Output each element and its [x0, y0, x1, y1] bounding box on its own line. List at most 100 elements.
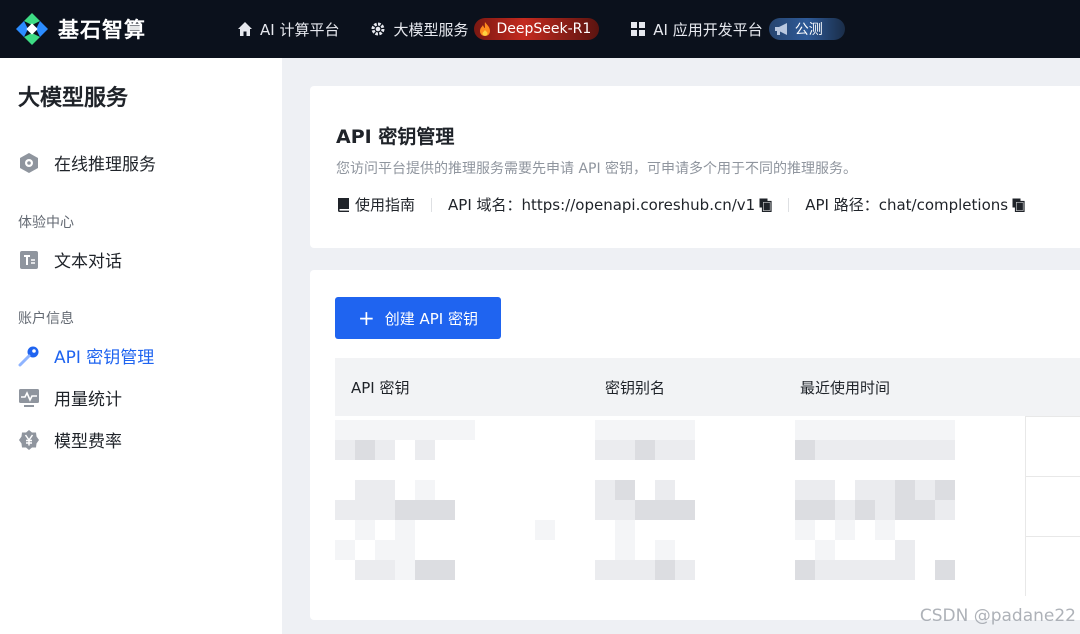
redaction-pixel [655, 500, 675, 520]
table-cell [1025, 476, 1080, 536]
sidebar-item-online-inference[interactable]: 在线推理服务 [18, 150, 156, 175]
redaction-pixel [615, 500, 635, 520]
redaction-pixel [935, 500, 955, 520]
key-icon [18, 345, 40, 367]
redaction-pixel [915, 480, 935, 500]
page-title: API 密钥管理 [336, 126, 455, 148]
redaction-pixel [855, 560, 875, 580]
redaction-pixel [395, 540, 415, 560]
api-domain-text: API 域名：https://openapi.coreshub.cn/v1 [448, 196, 756, 214]
beta-badge[interactable]: 公测 [768, 18, 845, 40]
redaction-pixel [675, 420, 695, 440]
redaction-pixel [795, 560, 815, 580]
redaction-pixel [935, 420, 955, 440]
redaction-pixel [675, 560, 695, 580]
redaction-pixel [415, 480, 435, 500]
fire-icon [478, 21, 492, 37]
redaction-pixel [355, 500, 375, 520]
redaction-pixel [855, 500, 875, 520]
chart-icon [18, 387, 40, 409]
sidebar-item-text-chat[interactable]: 文本对话 [18, 247, 122, 272]
beta-badge-label: 公测 [794, 22, 823, 38]
redaction-pixel [615, 540, 635, 560]
redaction-pixel [935, 440, 955, 460]
redaction-pixel [355, 420, 375, 440]
api-path-text: API 路径：chat/completions [805, 196, 1009, 214]
redaction-pixel [795, 500, 815, 520]
redaction-pixel [635, 560, 655, 580]
redaction-pixel [655, 560, 675, 580]
redaction-pixel [595, 500, 615, 520]
page-description: 您访问平台提供的推理服务需要先申请 API 密钥，可申请多个用于不同的推理服务。 [336, 161, 858, 177]
redaction-pixel [655, 540, 675, 560]
redaction-pixel [375, 440, 395, 460]
text-icon [18, 249, 40, 271]
main-nav: AI 计算平台 大模型服务 DeepSeek-R1 AI 应用开发平台 公测 [214, 18, 875, 40]
redaction-pixel [915, 420, 935, 440]
redaction-pixel [875, 500, 895, 520]
redaction-pixel [835, 500, 855, 520]
redacted-table-rows [335, 416, 1080, 620]
redaction-pixel [435, 420, 455, 440]
redaction-pixel [935, 560, 955, 580]
redaction-pixel [655, 440, 675, 460]
redaction-pixel [875, 560, 895, 580]
redaction-pixel [435, 440, 455, 460]
redaction-pixel [375, 540, 395, 560]
watermark: CSDN @padane22 [919, 606, 1076, 626]
guide-link[interactable]: 使用指南 [336, 194, 415, 215]
redaction-pixel [435, 500, 455, 520]
nav-item-ai-compute[interactable]: AI 计算平台 [236, 19, 339, 40]
table-cell [1025, 536, 1080, 596]
copy-domain-icon[interactable] [759, 198, 772, 212]
redaction-pixel [895, 560, 915, 580]
deepseek-badge-label: DeepSeek-R1 [496, 21, 592, 37]
redaction-pixel [335, 440, 355, 460]
redaction-pixel [415, 560, 435, 580]
redaction-pixel [895, 440, 915, 460]
redaction-pixel [895, 540, 915, 560]
sidebar-item-label: 模型费率 [54, 432, 122, 452]
brand[interactable]: 基石智算 [14, 11, 214, 47]
home-icon [236, 20, 254, 38]
redaction-pixel [875, 420, 895, 440]
redaction-pixel [815, 560, 835, 580]
redaction-pixel [635, 420, 655, 440]
table-header: API 密钥 密钥别名 最近使用时间 [335, 358, 1080, 416]
redaction-pixel [355, 480, 375, 500]
nav-item-ai-app-dev[interactable]: AI 应用开发平台 公测 [629, 18, 845, 40]
redaction-pixel [835, 440, 855, 460]
sidebar-item-label: 文本对话 [54, 252, 122, 272]
sidebar-item-usage[interactable]: 用量统计 [18, 385, 122, 410]
gear-icon [369, 20, 387, 38]
redaction-pixel [795, 520, 815, 540]
redaction-pixel [875, 520, 895, 540]
redaction-pixel [855, 420, 875, 440]
redaction-pixel [815, 480, 835, 500]
divider [431, 197, 433, 212]
sidebar-item-model-rate[interactable]: 模型费率 [18, 427, 122, 452]
redaction-pixel [595, 480, 615, 500]
redaction-pixel [355, 440, 375, 460]
book-icon [336, 197, 351, 213]
deepseek-badge[interactable]: DeepSeek-R1 [474, 18, 600, 40]
megaphone-icon [773, 21, 791, 37]
guide-label: 使用指南 [355, 196, 416, 214]
redaction-pixel [655, 480, 675, 500]
nav-item-llm-service[interactable]: 大模型服务 DeepSeek-R1 [369, 18, 600, 40]
redaction-pixel [375, 500, 395, 520]
create-api-key-label: 创建 API 密钥 [384, 309, 479, 328]
copy-path-icon[interactable] [1012, 198, 1025, 212]
redaction-pixel [895, 480, 915, 500]
grid-icon [629, 20, 647, 38]
sidebar-item-api-key[interactable]: API 密钥管理 [18, 343, 154, 368]
create-api-key-button[interactable]: + 创建 API 密钥 [335, 297, 501, 339]
redaction-pixel [535, 520, 555, 540]
redaction-pixel [395, 500, 415, 520]
sidebar-item-label: 在线推理服务 [54, 155, 156, 175]
redaction-pixel [795, 440, 815, 460]
redaction-pixel [915, 500, 935, 520]
redaction-pixel [875, 480, 895, 500]
redaction-pixel [795, 420, 815, 440]
redaction-pixel [375, 560, 395, 580]
